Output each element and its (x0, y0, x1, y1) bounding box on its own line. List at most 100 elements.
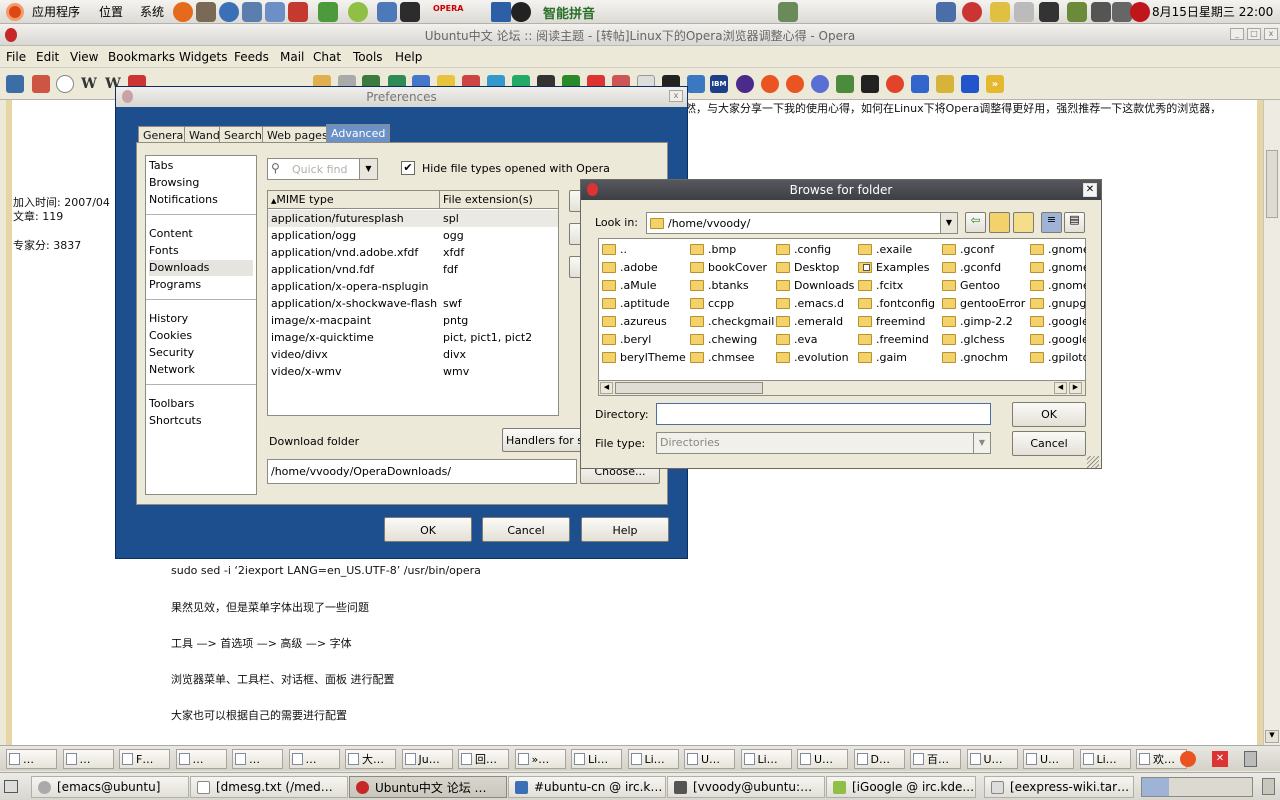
arrow-right-icon[interactable]: » (986, 75, 1004, 93)
menu-chat[interactable]: Chat (313, 50, 341, 64)
opera-tab[interactable]: Ju… (401, 749, 453, 769)
folder-item[interactable]: .. (602, 240, 688, 258)
folder-item[interactable]: .fcitx (858, 276, 940, 294)
handlers-button[interactable]: Handlers for s (502, 428, 587, 452)
folder-item[interactable]: .google (1030, 312, 1086, 330)
nav-fonts[interactable]: Fonts (149, 243, 253, 259)
app-icon[interactable] (377, 2, 397, 22)
table-row[interactable]: application/vnd.adobe.xfdf xfdf (268, 244, 558, 261)
folder-item[interactable]: .google (1030, 330, 1086, 348)
folder-item[interactable]: .gnome (1030, 240, 1086, 258)
app-icon[interactable] (288, 2, 308, 22)
ubuntu-icon[interactable] (786, 75, 804, 93)
opera-tab[interactable]: D… (853, 749, 905, 769)
folder-item[interactable]: .gnochm (942, 348, 1028, 366)
folder-item[interactable]: .emacs.d (776, 294, 856, 312)
folder-item[interactable]: .aptitude (602, 294, 688, 312)
ibm-icon[interactable]: IBM (710, 75, 728, 93)
new-folder-icon[interactable] (1013, 212, 1034, 233)
taskbar-item[interactable]: [dmesg.txt (/med… (190, 776, 348, 798)
folder-item[interactable]: .gpilotd (1030, 348, 1086, 366)
maximize-button[interactable]: □ (1247, 28, 1261, 40)
menu-edit[interactable]: Edit (36, 50, 59, 64)
workspace-switcher[interactable] (1141, 777, 1253, 797)
folder-item[interactable]: .gconfd (942, 258, 1028, 276)
nav-security[interactable]: Security (149, 345, 253, 361)
folder-item[interactable]: .checkgmail (690, 312, 774, 330)
help-button[interactable]: Help (581, 517, 669, 542)
app-icon[interactable] (318, 2, 338, 22)
opera-tab[interactable]: Li… (1079, 749, 1131, 769)
opera-tab[interactable]: »… (514, 749, 566, 769)
cancel-button[interactable]: Cancel (482, 517, 570, 542)
folder-item[interactable]: .gconf (942, 240, 1028, 258)
column-header-mime[interactable]: ▲MIME type (268, 191, 440, 209)
folder-item[interactable]: gentooError (942, 294, 1028, 312)
table-row[interactable]: application/x-shockwave-flash swf (268, 295, 558, 312)
bookmark-icon[interactable] (32, 75, 50, 93)
folder-item[interactable]: Examples (858, 258, 940, 276)
resize-grip-icon[interactable] (1087, 456, 1099, 468)
tab-advanced[interactable]: Advanced (326, 124, 391, 144)
wikipedia-icon[interactable]: W (80, 75, 98, 93)
folder-item[interactable]: .beryl (602, 330, 688, 348)
folder-item[interactable]: Gentoo (942, 276, 1028, 294)
menu-tools[interactable]: Tools (353, 50, 383, 64)
nav-browsing[interactable]: Browsing (149, 175, 253, 191)
file-type-select[interactable]: Directories ▼ (656, 432, 991, 454)
opera-tab[interactable]: 回… (458, 749, 509, 769)
system-menu[interactable]: 系统 (140, 3, 164, 20)
directory-input[interactable] (656, 403, 991, 425)
close-tab-icon[interactable]: ✕ (1212, 751, 1228, 767)
book-icon[interactable] (778, 2, 798, 22)
scroll-left-button[interactable]: ◀ (600, 382, 613, 394)
folder-item[interactable]: Downloads (776, 276, 856, 294)
opera-tab[interactable]: U… (966, 749, 1018, 769)
ubuntu-icon[interactable] (761, 75, 779, 93)
table-row[interactable]: application/futuresplash spl (268, 210, 558, 227)
nav-shortcuts[interactable]: Shortcuts (149, 413, 253, 429)
opera-tab[interactable]: U… (1023, 749, 1074, 769)
app-icon[interactable] (491, 2, 511, 22)
taskbar-item[interactable]: Ubuntu中文 论坛 … (349, 776, 507, 798)
applications-menu[interactable]: 应用程序 (32, 3, 80, 20)
folder-item[interactable]: .exaile (858, 240, 940, 258)
app-icon[interactable] (348, 2, 368, 22)
network-icon[interactable] (1091, 2, 1111, 22)
detail-view-icon[interactable]: ▤ (1064, 212, 1085, 233)
browser-icon[interactable] (219, 2, 239, 22)
taskbar-item[interactable]: [iGoogle @ irc.kde.… (826, 776, 976, 798)
app-icon[interactable] (886, 75, 904, 93)
nav-programs[interactable]: Programs (149, 277, 253, 293)
opera-tab[interactable]: Li… (571, 749, 622, 769)
clock-icon[interactable] (56, 75, 74, 93)
input-method-label[interactable]: 智能拼音 (543, 3, 595, 22)
paw-icon[interactable] (961, 75, 979, 93)
scroll-right-button[interactable]: ▶ (1069, 382, 1082, 394)
folder-item[interactable]: .glchess (942, 330, 1028, 348)
folder-item[interactable]: .bmp (690, 240, 774, 258)
folder-item[interactable]: .config (776, 240, 856, 258)
page-scrollbar[interactable]: ▼ (1263, 100, 1280, 745)
firefox-icon[interactable] (173, 2, 193, 22)
tray-icon[interactable] (1067, 2, 1087, 22)
download-folder-field[interactable]: /home/vvoody/OperaDownloads/ (267, 459, 577, 484)
opera-icon[interactable]: OPERA (433, 4, 469, 20)
opera-tab[interactable]: U… (797, 749, 848, 769)
folder-item[interactable]: berylTheme (602, 348, 688, 366)
opera-tab[interactable]: F… (119, 749, 170, 769)
table-row[interactable]: application/x-opera-nsplugin (268, 278, 558, 295)
opera-tab[interactable]: U… (684, 749, 735, 769)
table-row[interactable]: video/divx divx (268, 346, 558, 363)
back-arrow-icon[interactable]: ⇦ (965, 212, 986, 233)
monitor-icon[interactable] (1039, 2, 1059, 22)
folder-item[interactable]: .gnome (1030, 276, 1086, 294)
folder-item[interactable]: .eva (776, 330, 856, 348)
opera-tab[interactable]: Li… (627, 749, 679, 769)
printer-icon[interactable] (1014, 2, 1034, 22)
show-desktop-icon[interactable] (4, 780, 18, 793)
table-row[interactable]: application/ogg ogg (268, 227, 558, 244)
folder-item[interactable]: .chmsee (690, 348, 774, 366)
app-icon[interactable] (836, 75, 854, 93)
scroll-down-button[interactable]: ▼ (1265, 730, 1279, 743)
